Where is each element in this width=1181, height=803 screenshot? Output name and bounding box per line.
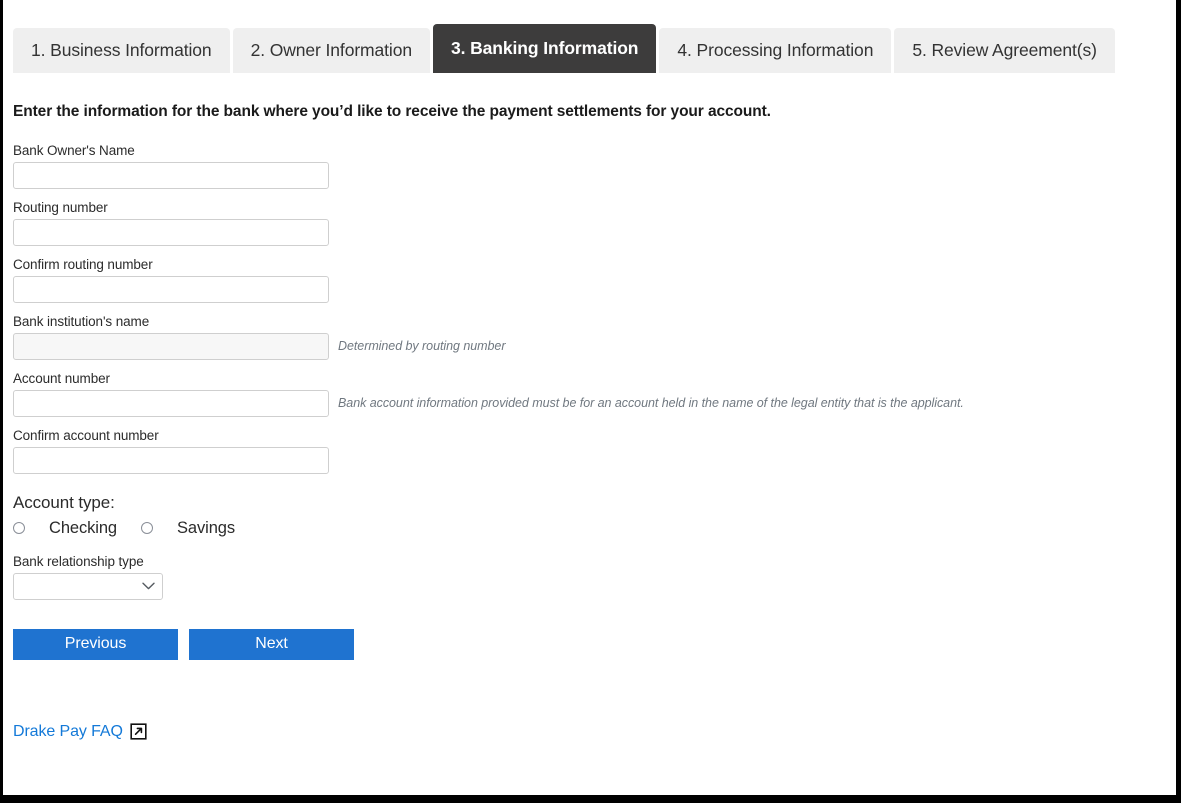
radio-savings-label[interactable]: Savings: [177, 519, 235, 538]
banking-information-form: Bank Owner's Name Routing number Confirm…: [13, 143, 1166, 741]
account-number-hint: Bank account information provided must b…: [338, 396, 964, 410]
confirm-routing-number-input[interactable]: [13, 276, 329, 303]
tab-business-information[interactable]: 1. Business Information: [13, 28, 230, 73]
wizard-tab-bar: 1. Business Information 2. Owner Informa…: [13, 0, 1166, 73]
field-routing-number: Routing number: [13, 200, 1166, 246]
bank-owner-name-label: Bank Owner's Name: [13, 143, 1166, 158]
field-bank-relationship-type: Bank relationship type: [13, 554, 1166, 600]
routing-number-input[interactable]: [13, 219, 329, 246]
tab-owner-information[interactable]: 2. Owner Information: [233, 28, 430, 73]
bank-institution-name-label: Bank institution's name: [13, 314, 1166, 329]
field-account-number: Account number Bank account information …: [13, 371, 1166, 417]
next-button[interactable]: Next: [189, 629, 354, 660]
bank-relationship-type-label: Bank relationship type: [13, 554, 1166, 569]
bank-relationship-type-select[interactable]: [13, 573, 163, 600]
account-number-input[interactable]: [13, 390, 329, 417]
confirm-account-number-label: Confirm account number: [13, 428, 1166, 443]
page-instructions: Enter the information for the bank where…: [13, 103, 1166, 121]
external-link-icon[interactable]: [130, 723, 147, 740]
field-bank-institution-name: Bank institution's name Determined by ro…: [13, 314, 1166, 360]
field-bank-owner-name: Bank Owner's Name: [13, 143, 1166, 189]
application-page: 1. Business Information 2. Owner Informa…: [3, 0, 1176, 795]
tab-banking-information[interactable]: 3. Banking Information: [433, 24, 656, 73]
bank-institution-name-hint: Determined by routing number: [338, 339, 505, 353]
footer-links: Drake Pay FAQ: [13, 723, 1166, 741]
confirm-account-number-input[interactable]: [13, 447, 329, 474]
account-number-label: Account number: [13, 371, 1166, 386]
previous-button[interactable]: Previous: [13, 629, 178, 660]
routing-number-label: Routing number: [13, 200, 1166, 215]
tab-processing-information[interactable]: 4. Processing Information: [659, 28, 891, 73]
field-confirm-routing-number: Confirm routing number: [13, 257, 1166, 303]
bank-owner-name-input[interactable]: [13, 162, 329, 189]
tab-review-agreements[interactable]: 5. Review Agreement(s): [894, 28, 1115, 73]
account-type-heading: Account type:: [13, 493, 1166, 513]
field-confirm-account-number: Confirm account number: [13, 428, 1166, 474]
radio-checking-label[interactable]: Checking: [49, 519, 117, 538]
account-type-radio-group: Checking Savings: [13, 519, 1166, 538]
radio-savings[interactable]: [141, 522, 153, 534]
radio-checking[interactable]: [13, 522, 25, 534]
bank-institution-name-input: [13, 333, 329, 360]
confirm-routing-number-label: Confirm routing number: [13, 257, 1166, 272]
wizard-navigation-buttons: Previous Next: [13, 629, 1166, 660]
drake-pay-faq-link[interactable]: Drake Pay FAQ: [13, 723, 123, 741]
